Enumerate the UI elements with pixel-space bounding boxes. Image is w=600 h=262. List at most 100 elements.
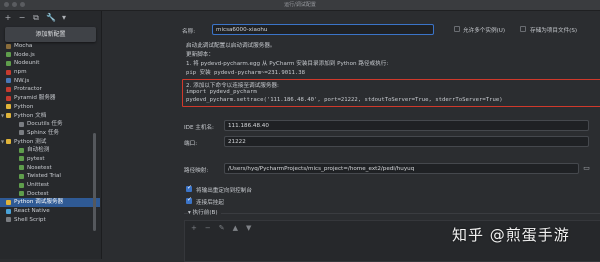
config-type-icon — [6, 78, 11, 84]
move-down-icon[interactable]: ▼ — [246, 224, 251, 232]
description-line-3: 1. 将 pydevd-pycharm.egg 从 PyCharm 安装目录添加… — [186, 61, 389, 67]
tree-item[interactable]: pytest — [0, 155, 100, 164]
name-label: 名称: — [182, 29, 196, 35]
remove-task-icon[interactable]: − — [205, 224, 211, 232]
config-type-icon — [19, 121, 24, 127]
tree-item-label: Python 测试 — [14, 138, 47, 145]
more-icon[interactable]: ▾ — [60, 14, 68, 22]
config-form: 名称: micsa6000-xiaohu 允许多个实例(U) 存储为项目文件(S… — [102, 11, 600, 262]
maximize-window-icon[interactable] — [20, 2, 25, 7]
expand-arrow-icon[interactable]: ▼ — [1, 138, 4, 147]
store-as-file-checkbox[interactable] — [520, 26, 526, 32]
divider — [184, 213, 600, 214]
before-launch-toolbar: + − ✎ ▲ ▼ — [191, 224, 251, 232]
expand-arrow-icon[interactable]: ▼ — [1, 112, 4, 121]
tree-item-label: Python 调试服务器 — [14, 199, 64, 206]
tree-item-label: Python 文档 — [14, 112, 47, 119]
tree-item[interactable]: React Native — [0, 207, 100, 216]
tree-item-label: npm — [14, 69, 27, 76]
tree-item-label: 自动检测 — [27, 147, 50, 154]
tree-item-label: Nosetest — [27, 164, 52, 171]
path-mapping-label: 路径映射: — [184, 168, 209, 174]
tree-item[interactable]: ▼ Python 测试 — [0, 138, 100, 147]
tree-item[interactable]: Protractor — [0, 85, 100, 94]
window-controls[interactable] — [4, 2, 25, 7]
move-up-icon[interactable]: ▲ — [233, 224, 238, 232]
before-launch-label[interactable]: ▾ 执行前(B) — [188, 208, 221, 216]
tree-item[interactable]: Node.js — [0, 51, 100, 60]
tree-item[interactable]: npm — [0, 68, 100, 77]
path-mapping-input[interactable]: /Users/hyq/PycharmProjects/mics_project=… — [224, 163, 579, 174]
config-type-icon — [19, 147, 24, 153]
tree-item-label: Protractor — [14, 86, 42, 93]
config-type-icon — [6, 113, 11, 118]
window-title: 运行/调试配置 — [284, 2, 316, 8]
add-new-config-popup[interactable]: 添加新配置 — [5, 27, 96, 42]
config-type-icon — [6, 139, 11, 145]
config-type-icon — [6, 43, 11, 49]
description-line-2: 更新脚本： — [186, 52, 214, 58]
description-line-5: 2. 添加以下命令以连接至调试服务器: — [186, 83, 279, 89]
config-type-icon — [19, 130, 24, 136]
folder-icon[interactable]: ▭ — [582, 164, 591, 173]
config-type-icon — [19, 191, 24, 197]
close-window-icon[interactable] — [4, 2, 9, 7]
config-type-icon — [19, 182, 24, 188]
tree-item-label: Shell Script — [14, 216, 46, 223]
port-input[interactable]: 21222 — [224, 136, 589, 147]
config-type-icon — [6, 217, 11, 223]
redirect-output-checkbox[interactable] — [186, 184, 192, 192]
tree-item-label: Nodeunit — [14, 60, 40, 67]
config-type-icon — [6, 104, 11, 110]
tree-item[interactable]: Docutils 任务 — [0, 120, 100, 129]
config-type-icon — [6, 86, 11, 92]
window-titlebar: 运行/调试配置 — [0, 0, 600, 11]
tree-item[interactable]: 自动检测 — [0, 146, 100, 155]
port-label: 端口: — [184, 141, 198, 147]
tree-item-label: Twisted Trial — [27, 173, 61, 180]
ide-host-input[interactable]: 111.186.48.40 — [224, 120, 589, 131]
redirect-output-label: 将输出重定向到控制台 — [196, 188, 252, 194]
tree-item-label: Doctest — [27, 190, 49, 197]
tree-item[interactable]: Pyramid 服务器 — [0, 94, 100, 103]
config-type-icon — [6, 208, 11, 214]
config-type-icon — [19, 165, 24, 171]
tree-item[interactable]: NW.js — [0, 77, 100, 86]
config-type-icon — [19, 173, 24, 179]
tree-item[interactable]: Unittest — [0, 181, 100, 190]
config-type-icon — [6, 69, 11, 75]
tree-item[interactable]: ▼ Python 文档 — [0, 112, 100, 121]
settings-icon[interactable]: 🔧 — [46, 14, 56, 22]
tree-item[interactable]: Python — [0, 103, 100, 112]
copy-icon[interactable]: ⧉ — [32, 14, 40, 22]
tree-item[interactable]: Mocha — [0, 42, 100, 51]
tree-item[interactable]: Sphinx 任务 — [0, 129, 100, 138]
code-import-line: import pydevd_pycharm — [186, 89, 257, 95]
tree-item[interactable]: Nodeunit — [0, 59, 100, 68]
tree-item[interactable]: Twisted Trial — [0, 172, 100, 181]
tree-item[interactable]: Doctest — [0, 190, 100, 199]
add-icon[interactable]: + — [4, 14, 12, 22]
add-task-icon[interactable]: + — [191, 224, 197, 232]
tree-item[interactable]: Shell Script — [0, 216, 100, 225]
store-as-file-label: 存储为项目文件(S) — [530, 28, 578, 34]
tree-item[interactable]: Nosetest — [0, 164, 100, 173]
tree-item-label: Python — [14, 103, 34, 110]
pip-install-line: pip 安装 pydevd-pycharm~=231.9011.38 — [186, 70, 305, 76]
minimize-window-icon[interactable] — [12, 2, 17, 7]
config-type-icon — [6, 60, 11, 66]
tree-item-label: Sphinx 任务 — [27, 129, 60, 136]
tree-scrollbar[interactable] — [93, 133, 96, 231]
tree-item-label: Unittest — [27, 182, 50, 188]
name-input[interactable]: micsa6000-xiaohu — [212, 24, 434, 35]
tree-item-label: NW.js — [14, 77, 30, 84]
tree-item[interactable]: Python 调试服务器 — [0, 198, 100, 208]
tree-item-label: Docutils 任务 — [27, 121, 63, 128]
suspend-after-connect-checkbox[interactable] — [186, 196, 192, 204]
edit-task-icon[interactable]: ✎ — [219, 224, 225, 232]
allow-parallel-checkbox[interactable] — [454, 26, 460, 32]
code-settrace-line: pydevd_pycharm.settrace('111.186.48.40',… — [186, 97, 503, 103]
allow-parallel-label: 允许多个实例(U) — [463, 28, 506, 34]
tree-item-label: Mocha — [14, 43, 33, 49]
remove-icon[interactable]: − — [18, 14, 26, 22]
